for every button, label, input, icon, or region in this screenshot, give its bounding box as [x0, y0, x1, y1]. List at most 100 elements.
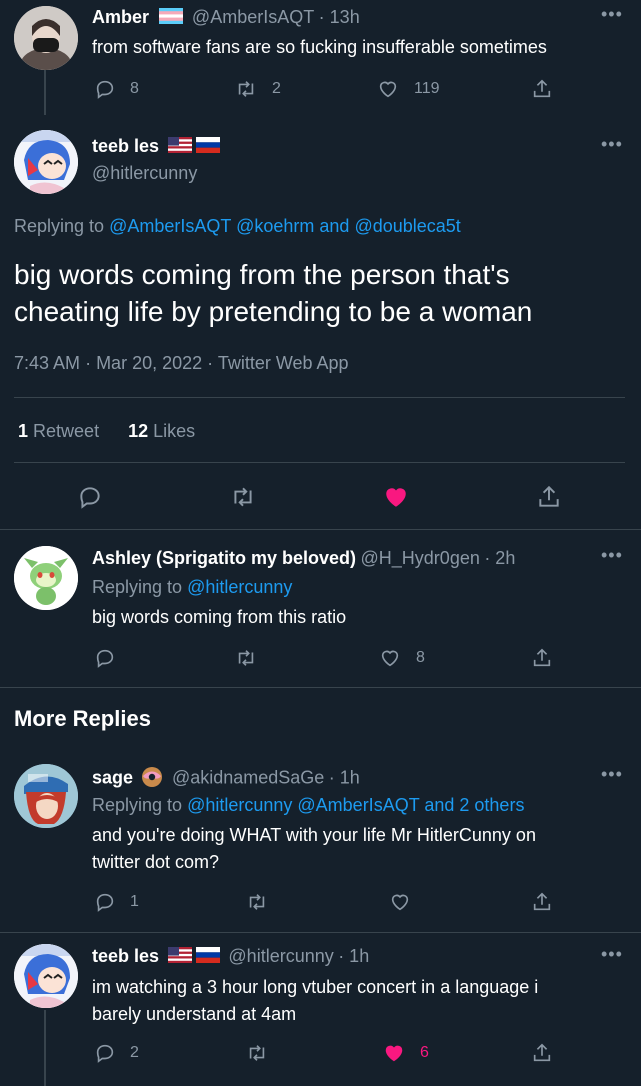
tweet-text-line: twitter dot com? [92, 852, 220, 872]
like-count: 8 [416, 649, 425, 666]
share-icon [533, 648, 551, 667]
tweet-date[interactable]: Mar 20, 2022 [96, 353, 202, 373]
share-icon [533, 1043, 551, 1062]
tweet-text: big words coming from the person that's … [14, 259, 533, 327]
heart-filled-icon [385, 1045, 403, 1062]
like-button[interactable]: 6 [382, 1042, 429, 1064]
more-options-icon[interactable]: ••• [601, 944, 623, 965]
like-button[interactable]: 119 [376, 78, 440, 100]
retweet-icon [238, 650, 254, 666]
mention-link[interactable]: @doubleca5t [354, 216, 460, 236]
like-button[interactable] [388, 891, 412, 913]
retweet-button[interactable] [234, 647, 258, 669]
share-icon [539, 485, 559, 507]
tweet-header: sage @akidnamedSaGe · 1h [92, 766, 360, 793]
more-options-icon[interactable]: ••• [601, 764, 623, 785]
avatar[interactable] [14, 944, 78, 1008]
heart-icon [391, 894, 409, 911]
avatar[interactable] [14, 6, 78, 70]
thread-line [44, 1010, 46, 1086]
heart-filled-icon [386, 488, 406, 507]
avatar[interactable] [14, 546, 78, 610]
retweet-icon [234, 487, 252, 507]
tweet-meta: 7:43 AM · Mar 20, 2022 · Twitter Web App [14, 353, 349, 373]
reply-icon [96, 649, 114, 668]
reply-count: 8 [130, 80, 139, 97]
tweet-text: big words coming from this ratio [92, 607, 347, 627]
more-options-icon[interactable]: ••• [601, 4, 623, 25]
share-icon [533, 892, 551, 911]
timestamp[interactable]: · 1h [329, 768, 360, 788]
reply-button[interactable] [94, 647, 116, 669]
timestamp[interactable]: · 1h [338, 946, 369, 966]
heart-icon [381, 650, 399, 667]
retweet-button[interactable]: 2 [234, 78, 281, 100]
donut-icon [141, 766, 163, 793]
russia-flag-icon [195, 137, 220, 158]
tweet-header: Amber @AmberIsAQT · 13h [92, 7, 360, 29]
reply-count: 2 [130, 1044, 139, 1061]
handle[interactable]: @hitlercunny [228, 946, 333, 966]
handle[interactable]: @hitlercunny [92, 163, 197, 184]
handle[interactable]: @H_Hydr0gen [361, 548, 480, 568]
display-name[interactable]: Ashley (Sprigatito my beloved) [92, 548, 356, 568]
tweet-text: from software fans are so fucking insuff… [92, 37, 547, 57]
avatar[interactable] [14, 130, 78, 194]
share-icon [533, 79, 551, 98]
russia-flag-icon [195, 947, 220, 968]
display-name[interactable]: sage [92, 768, 133, 788]
reply-icon [96, 893, 114, 912]
share-button[interactable] [531, 1042, 553, 1064]
tweet-text-line: and you're doing WHAT with your life Mr … [92, 825, 536, 845]
reply-icon [96, 80, 114, 99]
share-button[interactable] [531, 647, 553, 669]
trans-flag-icon [159, 8, 184, 29]
us-flag-icon [167, 137, 192, 158]
divider [0, 529, 641, 530]
mention-link[interactable]: and [319, 216, 349, 236]
display-name[interactable]: teeb les [92, 946, 159, 966]
retweet-button[interactable] [245, 891, 269, 913]
reply-button[interactable]: 1 [94, 891, 139, 913]
tweet-header: teeb les [92, 136, 220, 158]
replying-to: Replying to @hitlercunny @AmberIsAQT and… [92, 795, 525, 815]
share-button[interactable] [531, 891, 553, 913]
tweet-source[interactable]: Twitter Web App [218, 353, 349, 373]
section-divider [14, 397, 625, 398]
like-count: 119 [414, 80, 440, 97]
mention-link[interactable]: @AmberIsAQT [109, 216, 231, 236]
display-name[interactable]: Amber [92, 7, 149, 27]
handle[interactable]: @AmberIsAQT [192, 7, 314, 27]
share-button[interactable] [531, 78, 553, 100]
reply-button[interactable] [77, 484, 103, 510]
reply-icon [96, 1044, 114, 1063]
share-button[interactable] [536, 484, 562, 510]
tweet-text-line: barely understand at 4am [92, 1004, 297, 1024]
divider [0, 932, 641, 933]
section-divider [14, 462, 625, 463]
reply-icon [80, 487, 100, 509]
reply-button[interactable]: 2 [94, 1042, 139, 1064]
avatar[interactable] [14, 764, 78, 828]
timestamp[interactable]: · 2h [484, 548, 515, 568]
reply-button[interactable]: 8 [94, 78, 139, 100]
like-button[interactable]: 8 [378, 647, 425, 669]
handle[interactable]: @akidnamedSaGe [172, 768, 324, 788]
mention-link[interactable]: @hitlercunny [187, 577, 292, 597]
reply-count: 1 [130, 893, 139, 910]
more-options-icon[interactable]: ••• [601, 134, 623, 155]
mention-link[interactable]: @hitlercunny @AmberIsAQT and 2 others [187, 795, 524, 815]
tweet-text-line: im watching a 3 hour long vtuber concert… [92, 977, 539, 997]
tweet-time[interactable]: 7:43 AM [14, 353, 80, 373]
retweet-button[interactable] [229, 484, 257, 510]
timestamp[interactable]: · 13h [319, 7, 360, 27]
like-button[interactable] [382, 484, 410, 510]
retweet-stat[interactable]: 1 Retweet [18, 421, 99, 441]
engagement-stats: 1 Retweet 12 Likes [18, 421, 195, 442]
retweet-button[interactable] [245, 1042, 269, 1064]
more-options-icon[interactable]: ••• [601, 545, 623, 566]
display-name[interactable]: teeb les [92, 136, 159, 156]
mention-link[interactable]: @koehrm [236, 216, 314, 236]
replying-to: Replying to @AmberIsAQT @koehrm and @dou… [14, 216, 461, 236]
like-stat[interactable]: 12 Likes [128, 421, 195, 441]
